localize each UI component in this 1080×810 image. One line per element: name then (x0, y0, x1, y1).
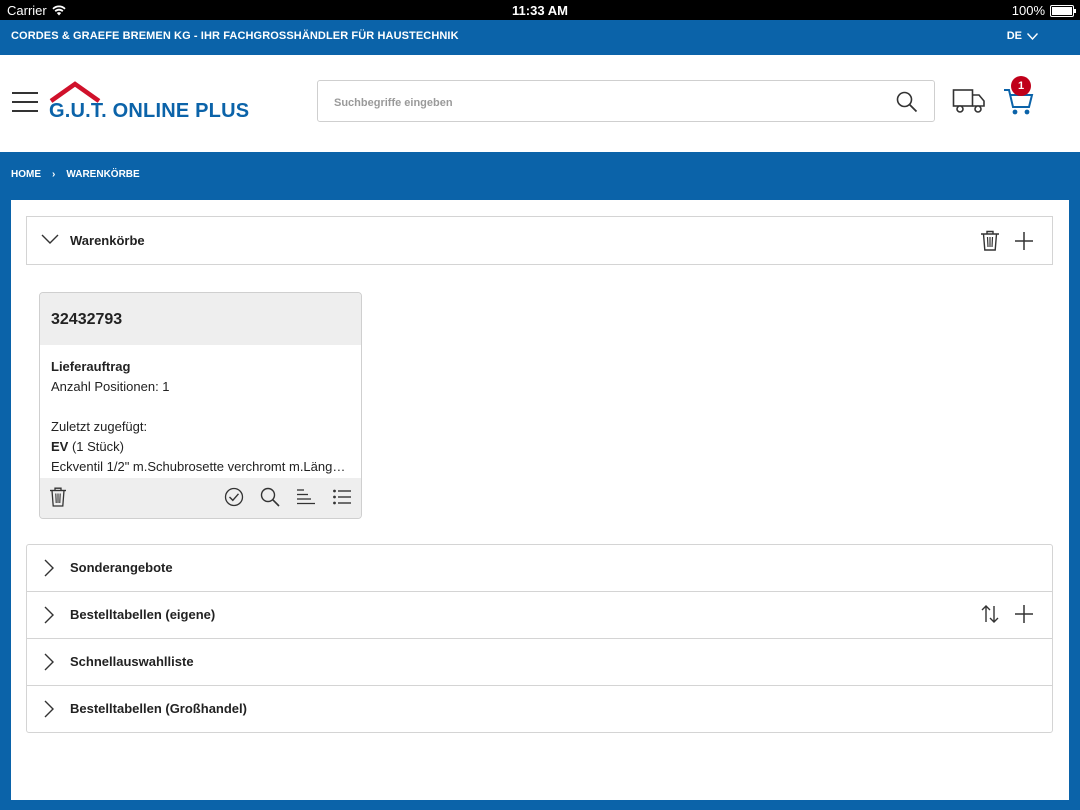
language-selector[interactable]: DE (1007, 30, 1038, 42)
section-title: Sonderangebote (70, 560, 173, 575)
accordion-header-warenkoerbe[interactable]: Warenkörbe (27, 217, 1052, 264)
battery-icon (1050, 4, 1076, 17)
positions-count: Anzahl Positionen: 1 (51, 379, 170, 394)
search-box[interactable] (317, 80, 935, 122)
status-bar: Carrier 11:33 AM 100% (0, 0, 1080, 20)
chevron-right-icon (44, 700, 54, 718)
magnifier-icon[interactable] (260, 487, 280, 507)
section-actions (980, 604, 1034, 624)
plus-icon[interactable] (1014, 604, 1034, 624)
chevron-down-icon (1027, 32, 1038, 40)
cart-card-header: 32432793 (40, 293, 361, 345)
cart-badge: 1 (1011, 76, 1031, 96)
section-list: Sonderangebote Bestelltabellen (eigene) (26, 544, 1053, 733)
accordion-sonderangebote[interactable]: Sonderangebote (27, 545, 1052, 592)
header: G.U.T. ONLINE PLUS 1 (0, 55, 1080, 152)
cart-card-body: Lieferauftrag Anzahl Positionen: 1 Zulet… (40, 345, 361, 477)
chevron-right-icon (44, 653, 54, 671)
trash-icon[interactable] (49, 487, 67, 507)
cart-card-footer (40, 478, 361, 518)
chevron-right-icon (44, 606, 54, 624)
top-bar: CORDES & GRAEFE BREMEN KG - IHR FACHGROS… (0, 20, 1080, 55)
chevron-right-icon (44, 559, 54, 577)
accordion-schnellauswahlliste[interactable]: Schnellauswahlliste (27, 639, 1052, 686)
trash-icon[interactable] (980, 230, 1000, 251)
cart-card[interactable]: 32432793 Lieferauftrag Anzahl Positionen… (39, 292, 362, 519)
accordion-bestelltabellen-grosshandel[interactable]: Bestelltabellen (Großhandel) (27, 686, 1052, 732)
cart-card-tools (224, 487, 352, 507)
menu-line (12, 110, 38, 112)
accordion-title: Warenkörbe (70, 233, 145, 248)
menu-line (12, 92, 38, 94)
accordion-warenkoerbe: Warenkörbe (26, 216, 1053, 265)
chevron-down-icon[interactable] (41, 232, 59, 246)
content-panel: Warenkörbe 32432793 Lieferauftrag Anzahl… (11, 200, 1069, 800)
checkmark-circle-icon[interactable] (224, 487, 244, 507)
order-type: Lieferauftrag (51, 359, 131, 374)
breadcrumb: HOME › WARENKÖRBE (11, 169, 140, 180)
sort-arrows-icon[interactable] (980, 604, 1000, 624)
breadcrumb-current: WARENKÖRBE (66, 169, 140, 180)
truck-icon[interactable] (952, 88, 986, 114)
company-name: CORDES & GRAEFE BREMEN KG - IHR FACHGROS… (11, 30, 459, 42)
section-title: Schnellauswahlliste (70, 654, 194, 669)
article-description: Eckventil 1/2" m.Schubrosette verchromt … (51, 459, 349, 474)
list-icon[interactable] (332, 487, 352, 507)
plus-icon[interactable] (1014, 231, 1034, 251)
accordion-actions (980, 230, 1034, 251)
last-added-label: Zuletzt zugefügt: (51, 419, 148, 434)
section-title: Bestelltabellen (eigene) (70, 607, 216, 622)
align-lines-icon[interactable] (296, 487, 316, 507)
battery-percent: 100% (1011, 3, 1045, 18)
section-title: Bestelltabellen (Großhandel) (70, 701, 247, 716)
language-label: DE (1006, 30, 1022, 42)
accordion-bestelltabellen-eigene[interactable]: Bestelltabellen (eigene) (27, 592, 1052, 639)
search-icon[interactable] (896, 91, 918, 113)
article-code: EV (51, 439, 69, 454)
breadcrumb-home[interactable]: HOME (11, 169, 41, 180)
cart-number: 32432793 (51, 311, 123, 328)
last-added-article: EV (1 Stück) (51, 437, 350, 457)
article-quantity: (1 Stück) (71, 439, 124, 454)
breadcrumb-chevron-icon: › (52, 169, 56, 180)
battery: 100% (1011, 3, 1076, 18)
menu-line (12, 101, 38, 103)
logo-text[interactable]: G.U.T. ONLINE PLUS (49, 100, 249, 123)
clock: 11:33 AM (512, 3, 568, 18)
menu-button[interactable] (12, 92, 38, 112)
search-input[interactable] (332, 92, 876, 114)
